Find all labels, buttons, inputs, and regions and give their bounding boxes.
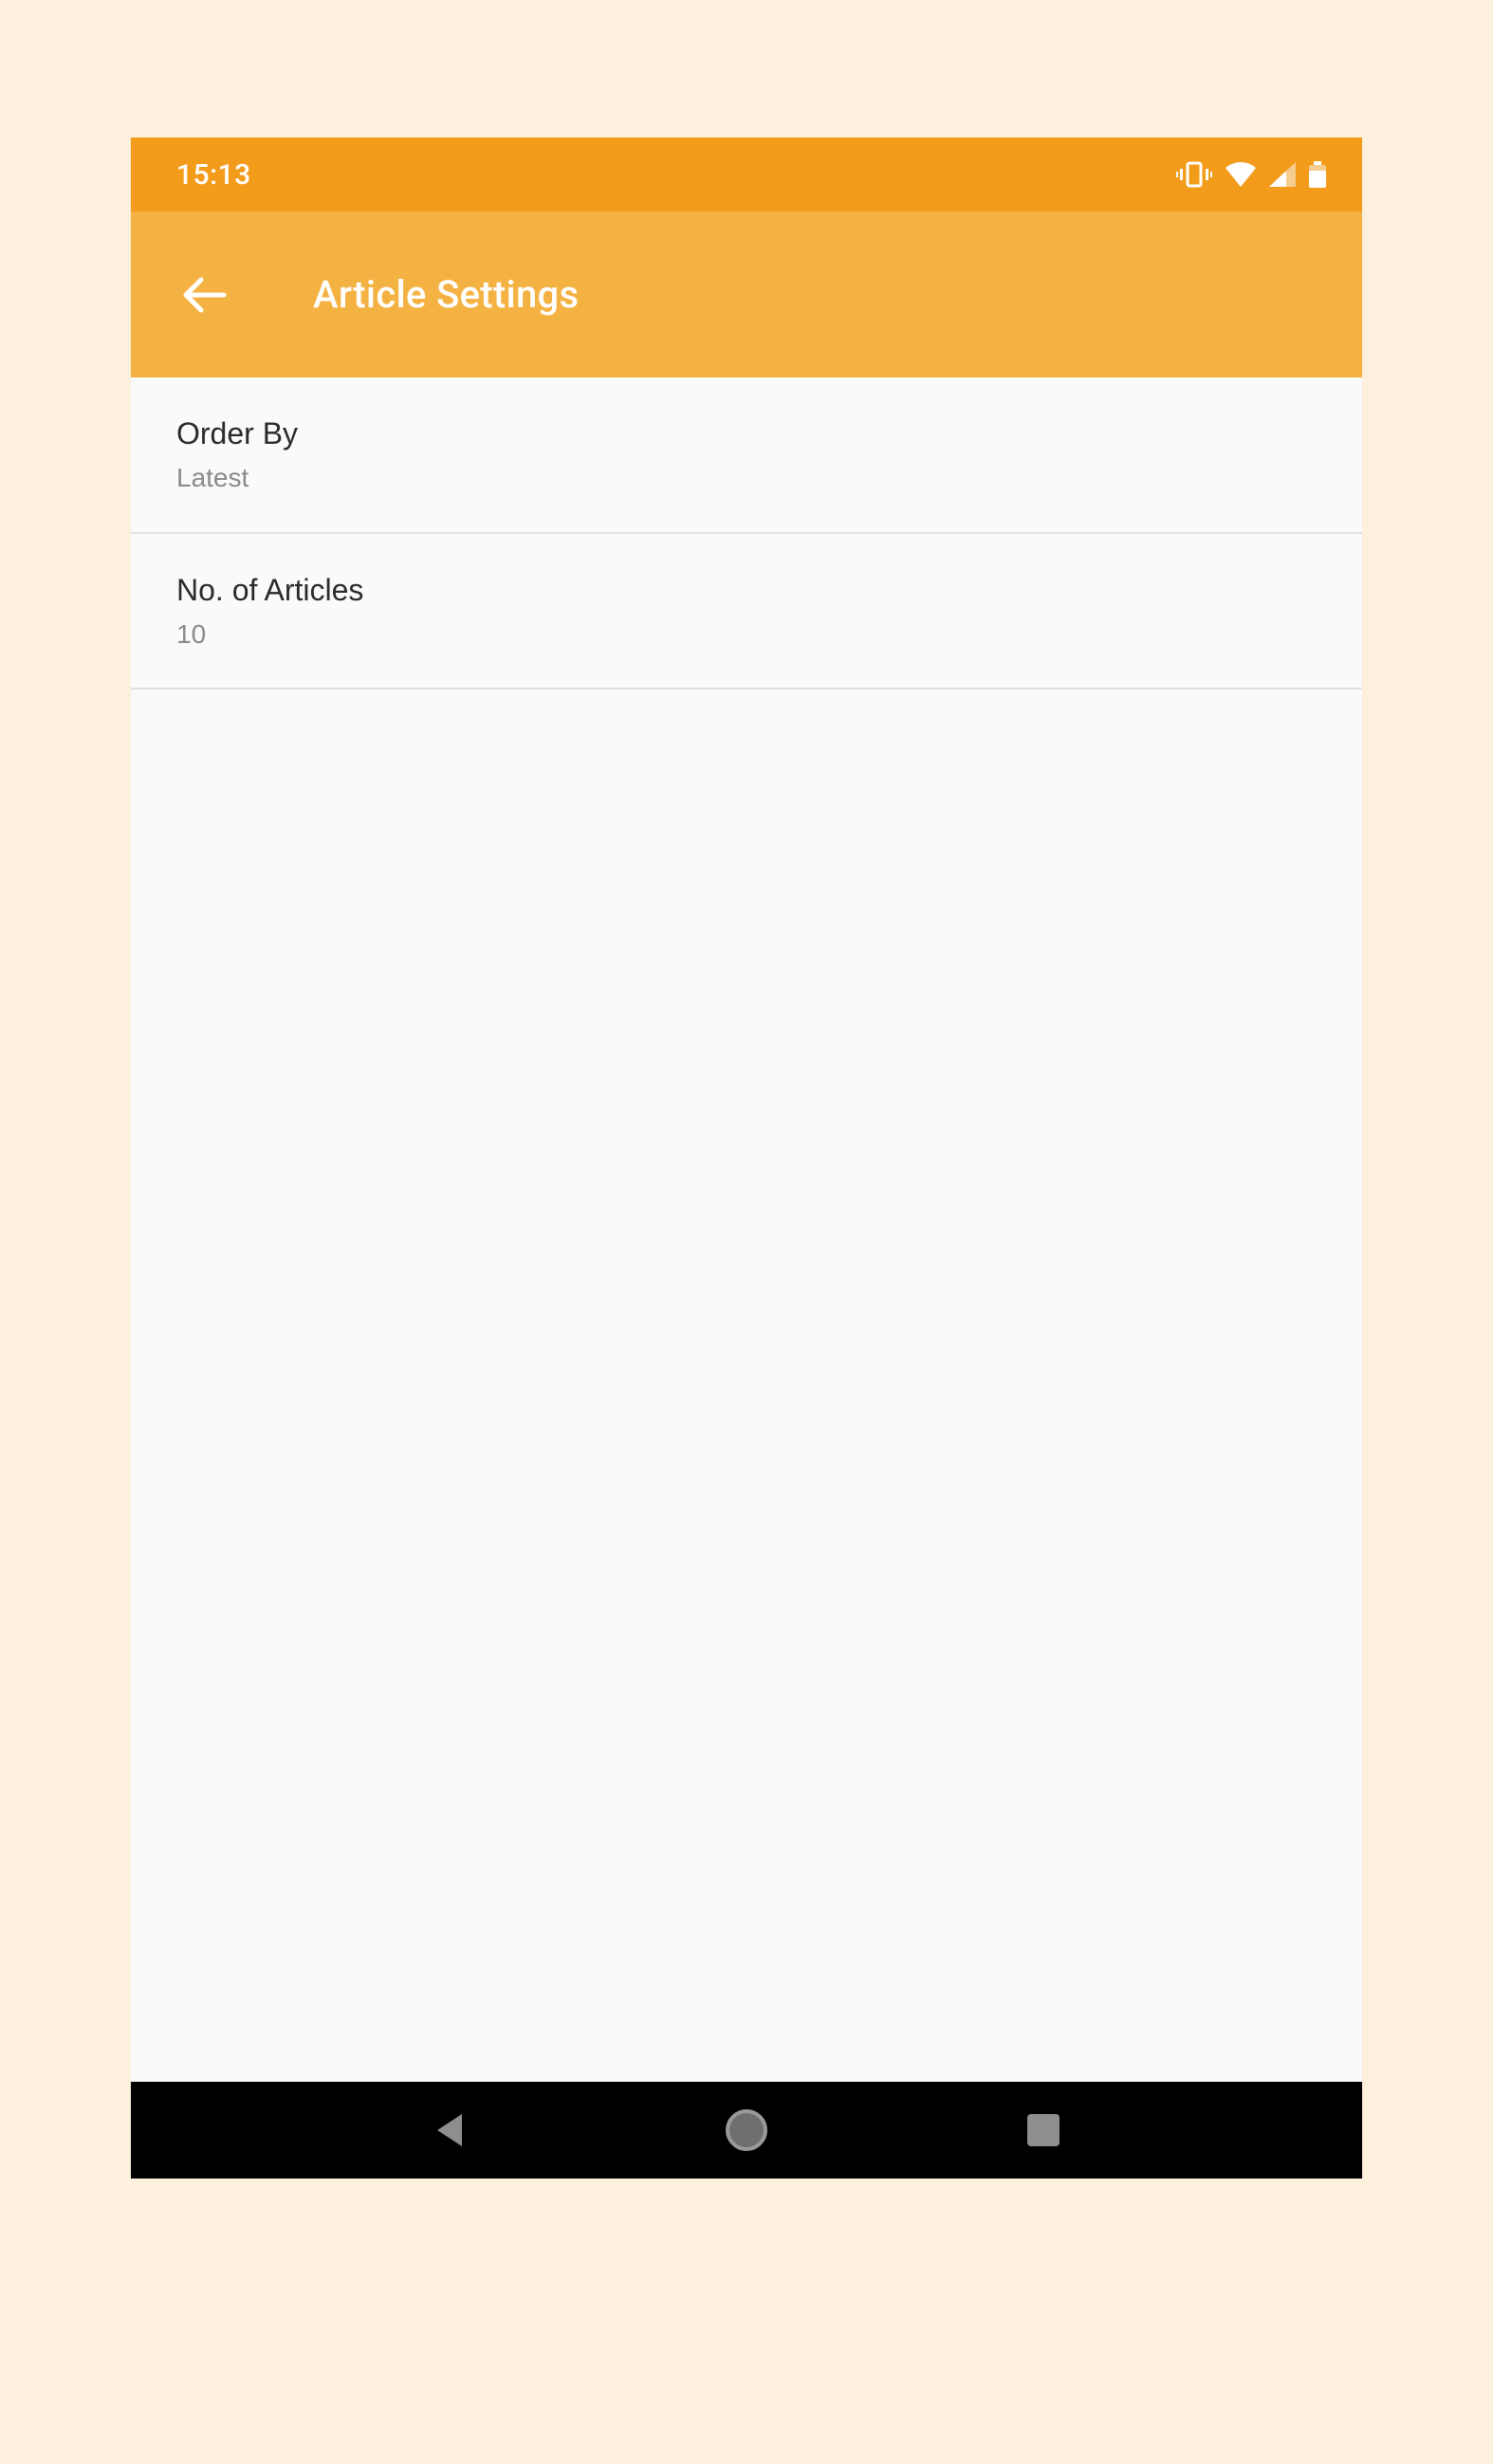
setting-num-articles[interactable]: No. of Articles 10 [131, 534, 1362, 690]
signal-icon [1269, 162, 1296, 187]
square-recent-icon [1025, 2112, 1061, 2148]
page-title: Article Settings [313, 272, 579, 317]
setting-num-articles-label: No. of Articles [176, 571, 1317, 609]
status-icons [1176, 161, 1326, 188]
status-bar: 15:13 [131, 138, 1362, 211]
wifi-icon [1226, 162, 1256, 187]
navigation-bar [131, 2082, 1362, 2179]
setting-order-by[interactable]: Order By Latest [131, 377, 1362, 534]
nav-back-button[interactable] [419, 2100, 480, 2161]
triangle-back-icon [430, 2110, 470, 2150]
app-bar: Article Settings [131, 211, 1362, 377]
circle-home-icon [724, 2107, 769, 2153]
arrow-left-icon [182, 276, 228, 314]
device-frame: 15:13 [131, 138, 1362, 2179]
nav-home-button[interactable] [716, 2100, 777, 2161]
setting-num-articles-value: 10 [176, 618, 1317, 651]
nav-recent-button[interactable] [1013, 2100, 1074, 2161]
back-button[interactable] [182, 272, 228, 318]
setting-order-by-label: Order By [176, 414, 1317, 452]
settings-list: Order By Latest No. of Articles 10 [131, 377, 1362, 2082]
battery-icon [1309, 161, 1326, 188]
setting-order-by-value: Latest [176, 462, 1317, 494]
status-time: 15:13 [176, 158, 251, 192]
vibrate-icon [1176, 161, 1212, 188]
